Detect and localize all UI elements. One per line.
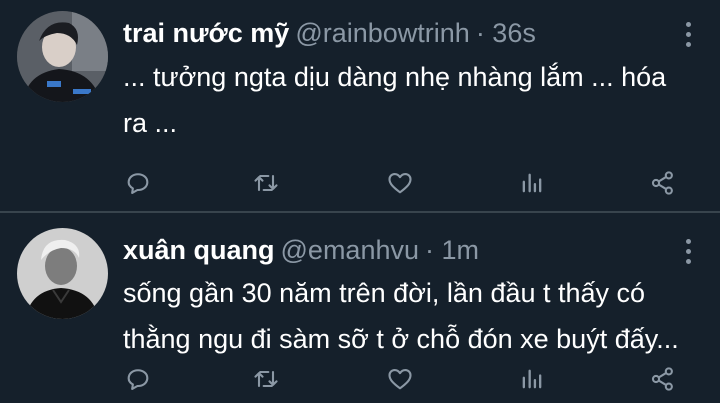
handle[interactable]: @rainbowtrinh xyxy=(295,18,470,48)
retweet-icon[interactable] xyxy=(246,163,286,203)
tweet-header: xuân quang @emanhvu · 1m xyxy=(123,235,479,266)
retweet-icon[interactable] xyxy=(246,359,286,399)
tweet[interactable]: trai nước mỹ @rainbowtrinh · 36s ... tưởng… xyxy=(0,0,720,212)
tweet-header: trai nước mỹ @rainbowtrinh · 36s xyxy=(123,18,536,49)
tweet-actions xyxy=(0,359,720,399)
avatar[interactable] xyxy=(17,11,108,102)
more-vertical-icon[interactable] xyxy=(686,22,692,52)
reply-icon[interactable] xyxy=(118,359,158,399)
timestamp[interactable]: · 36s xyxy=(476,18,536,48)
heart-icon[interactable] xyxy=(380,163,420,203)
share-icon[interactable] xyxy=(643,359,683,399)
tweet-text: sống gần 30 năm trên đời, lần đầu t thấy… xyxy=(123,278,679,354)
display-name[interactable]: xuân quang xyxy=(123,235,275,265)
avatar-photo xyxy=(17,11,108,102)
tweet-text: ... tưởng ngta dịu dàng nhẹ nhàng lắm ..… xyxy=(123,62,667,138)
bar-chart-icon[interactable] xyxy=(512,163,552,203)
heart-icon[interactable] xyxy=(380,359,420,399)
avatar-photo xyxy=(17,228,108,319)
tweet[interactable]: xuân quang @emanhvu · 1m sống gần 30 năm t… xyxy=(0,213,720,403)
handle[interactable]: @emanhvu xyxy=(281,235,419,265)
display-name[interactable]: trai nước mỹ xyxy=(123,18,289,48)
bar-chart-icon[interactable] xyxy=(512,359,552,399)
timestamp[interactable]: · 1m xyxy=(425,235,479,265)
tweet-actions xyxy=(0,163,720,203)
share-icon[interactable] xyxy=(643,163,683,203)
more-vertical-icon[interactable] xyxy=(686,239,692,269)
avatar[interactable] xyxy=(17,228,108,319)
reply-icon[interactable] xyxy=(118,163,158,203)
